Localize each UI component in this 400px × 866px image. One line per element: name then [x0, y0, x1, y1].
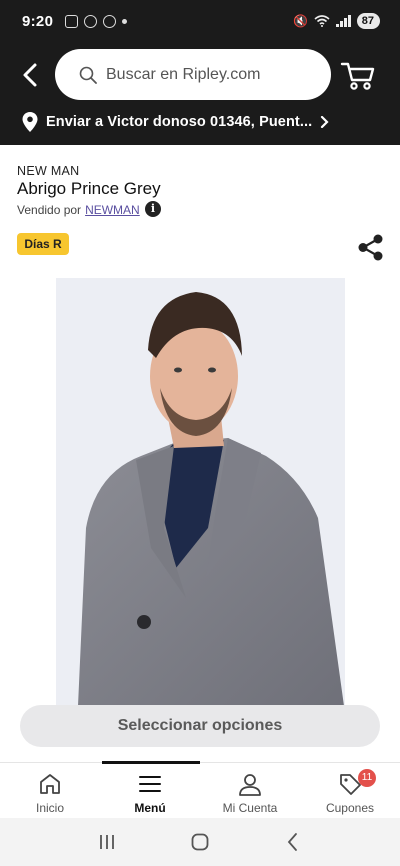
- app-header: Buscar en Ripley.com Enviar a Victor don…: [0, 42, 400, 145]
- delivery-address-selector[interactable]: Enviar a Victor donoso 01346, Puent...: [22, 112, 330, 132]
- nav-label-mi-cuenta: Mi Cuenta: [222, 801, 278, 815]
- nav-label-inicio: Inicio: [35, 801, 64, 815]
- recent-apps-button[interactable]: [97, 832, 117, 852]
- status-right-icons: 🔇 87: [293, 13, 380, 29]
- share-button[interactable]: [357, 234, 384, 261]
- nav-item-menu[interactable]: Menú: [100, 761, 200, 818]
- seller-link[interactable]: NEWMAN: [85, 203, 140, 217]
- chevron-right-icon: [321, 116, 329, 128]
- more-notifications-icon: [122, 18, 128, 24]
- nav-label-cupones: Cupones: [325, 801, 375, 815]
- settings-notification-icon: [103, 14, 117, 28]
- coupon-count-badge: 11: [358, 769, 376, 787]
- home-icon: [40, 774, 60, 794]
- product-brand: NEW MAN: [17, 164, 80, 178]
- app-notification-icon: [84, 14, 98, 28]
- product-image[interactable]: [56, 278, 345, 706]
- signal-icon: [336, 15, 351, 27]
- select-options-button[interactable]: Seleccionar opciones: [20, 705, 380, 747]
- wifi-icon: [314, 15, 330, 27]
- seller-info: Vendido por NEWMAN: [17, 203, 140, 217]
- nav-item-inicio[interactable]: Inicio: [0, 763, 100, 818]
- delivery-address-text: Enviar a Victor donoso 01346, Puent...: [46, 114, 313, 130]
- nav-label-menu: Menú: [134, 801, 166, 815]
- search-icon: [79, 66, 97, 84]
- search-placeholder: Buscar en Ripley.com: [106, 65, 261, 83]
- mute-icon: 🔇: [293, 14, 309, 28]
- nav-item-cupones[interactable]: 11 Cupones: [300, 763, 400, 818]
- system-back-button[interactable]: [283, 832, 303, 852]
- search-input[interactable]: Buscar en Ripley.com: [55, 49, 331, 100]
- bottom-navigation: Inicio Menú Mi Cuenta 11 Cupones: [0, 761, 400, 818]
- screenshot-icon: [65, 14, 79, 28]
- back-button[interactable]: [18, 62, 44, 88]
- info-icon[interactable]: i: [145, 201, 161, 217]
- menu-icon: [139, 776, 161, 792]
- product-title: Abrigo Prince Grey: [17, 179, 161, 198]
- location-pin-icon: [22, 112, 38, 132]
- seller-prefix: Vendido por: [17, 203, 82, 217]
- status-bar: 9:20 🔇 87: [0, 0, 400, 42]
- product-photo-illustration: [56, 278, 345, 706]
- nav-item-mi-cuenta[interactable]: Mi Cuenta: [200, 763, 300, 818]
- cart-button[interactable]: [340, 60, 376, 92]
- system-navigation-bar: [0, 818, 400, 866]
- home-button[interactable]: [190, 832, 210, 852]
- dias-r-badge: Días R: [17, 233, 69, 255]
- status-notification-icons: [65, 14, 128, 28]
- user-icon: [239, 774, 261, 796]
- battery-indicator: 87: [356, 13, 380, 29]
- status-time: 9:20: [22, 12, 54, 30]
